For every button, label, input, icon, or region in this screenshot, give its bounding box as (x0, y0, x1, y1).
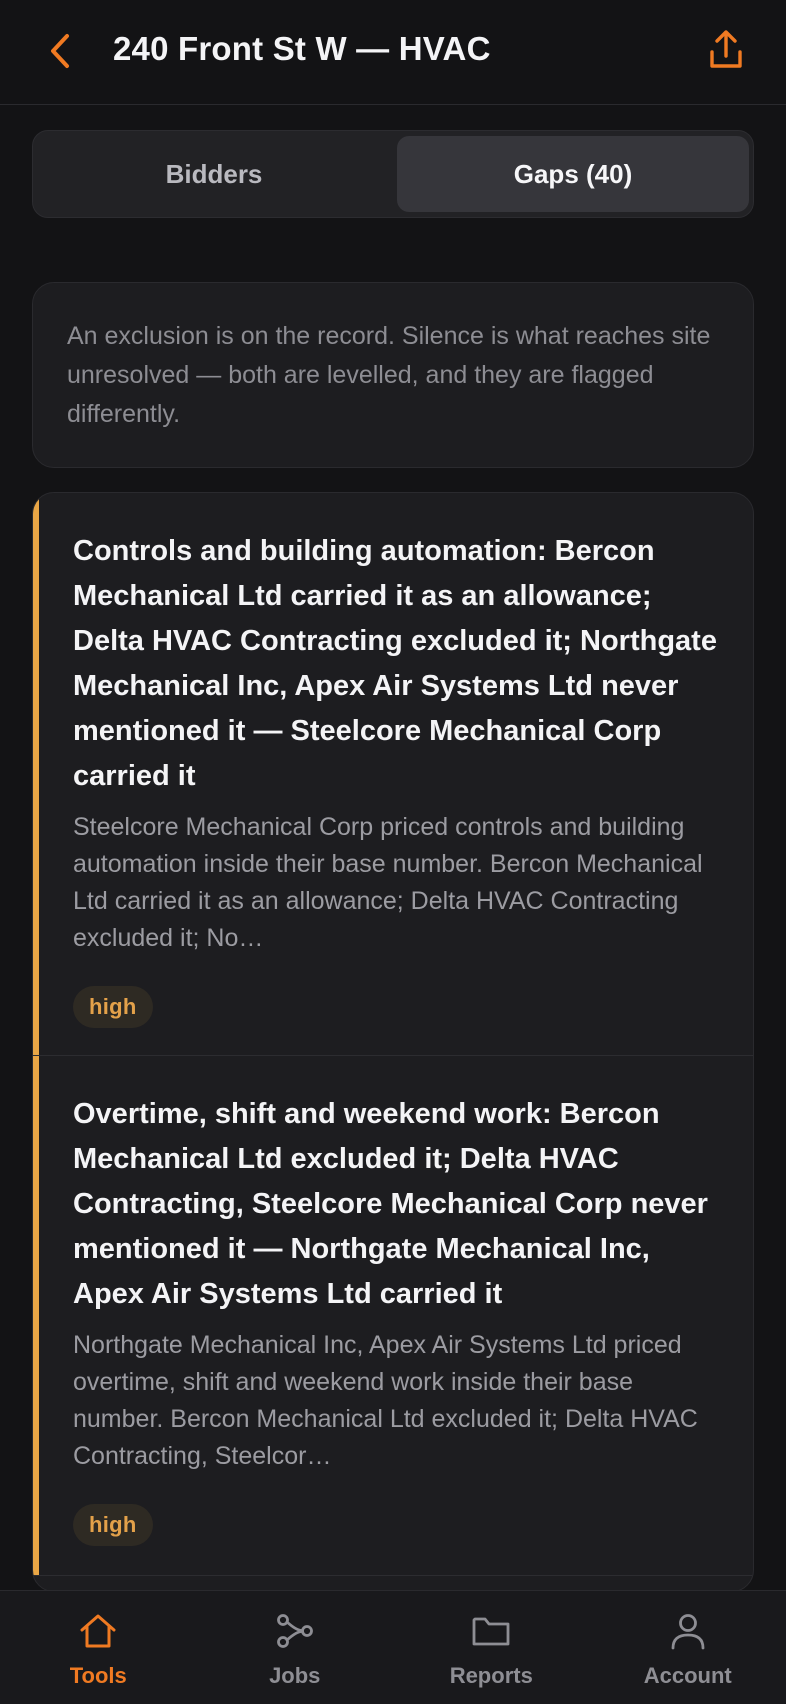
page-title: 240 Front St W — HVAC (113, 30, 491, 67)
tab-account[interactable]: Account (590, 1591, 786, 1704)
view-segmented-control: Bidders Gaps (40) (32, 130, 754, 218)
gap-list-item[interactable]: Overtime, shift and weekend work: Bercon… (33, 1056, 753, 1576)
share-nodes-icon (275, 1611, 315, 1651)
top-navigation-bar: 240 Front St W — HVAC (0, 0, 786, 105)
severity-badge: high (73, 1504, 153, 1546)
gap-description: Northgate Mechanical Inc, Apex Air Syste… (73, 1331, 698, 1470)
gap-title: Overtime, shift and weekend work: Bercon… (73, 1098, 708, 1310)
tab-reports[interactable]: Reports (393, 1591, 590, 1704)
tab-bidders[interactable]: Bidders (38, 136, 390, 212)
tab-jobs[interactable]: Jobs (197, 1591, 394, 1704)
tab-reports-label: Reports (449, 1663, 533, 1688)
home-icon (78, 1611, 118, 1651)
app-screen: 240 Front St W — HVAC Bidders Gaps (40) … (0, 0, 786, 1704)
gap-list: Controls and building automation: Bercon… (32, 492, 754, 1592)
folder-icon (471, 1611, 511, 1651)
share-icon (710, 30, 742, 68)
bottom-tab-bar: Tools Jobs Reports Account (0, 1590, 786, 1704)
share-button[interactable] (704, 26, 748, 74)
gap-description: Steelcore Mechanical Corp priced control… (73, 813, 703, 952)
gap-title: Controls and building automation: Bercon… (73, 535, 717, 792)
info-note-card: An exclusion is on the record. Silence i… (32, 282, 754, 468)
tab-tools[interactable]: Tools (0, 1591, 197, 1704)
chevron-left-icon (51, 34, 69, 68)
severity-badge: high (73, 986, 153, 1028)
tab-jobs-label: Jobs (269, 1663, 321, 1688)
tab-account-label: Account (643, 1663, 732, 1688)
tab-tools-label: Tools (69, 1663, 127, 1688)
back-button[interactable] (40, 28, 80, 74)
info-note-text: An exclusion is on the record. Silence i… (67, 322, 711, 428)
gap-list-item[interactable]: Controls and building automation: Bercon… (33, 493, 753, 1056)
tab-gaps[interactable]: Gaps (40) (397, 136, 749, 212)
person-icon (668, 1611, 708, 1651)
